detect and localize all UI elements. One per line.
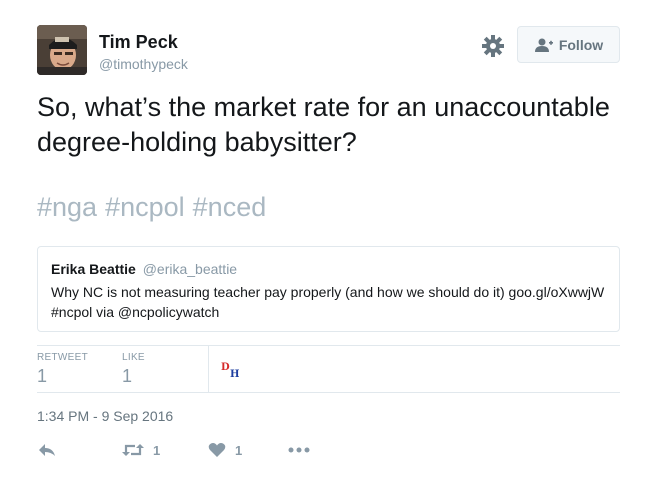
svg-text:D: D bbox=[221, 362, 230, 373]
hashtag-link[interactable]: #nced bbox=[193, 192, 267, 222]
like-button[interactable]: 1 bbox=[208, 440, 242, 460]
gear-icon[interactable] bbox=[481, 34, 505, 58]
divider bbox=[37, 345, 620, 346]
retweet-stat-label: RETWEET bbox=[37, 352, 88, 363]
quoted-tweet-header: Erika Beattie @erika_beattie bbox=[51, 261, 237, 277]
divider bbox=[37, 392, 620, 393]
more-icon bbox=[288, 447, 310, 453]
reply-icon bbox=[39, 444, 55, 456]
tweet-text: So, what’s the market rate for an unacco… bbox=[37, 92, 610, 157]
svg-text:H: H bbox=[230, 369, 239, 380]
quoted-author-name[interactable]: Erika Beattie bbox=[51, 261, 136, 277]
quoted-tweet-text: Why NC is not measuring teacher pay prop… bbox=[51, 284, 605, 320]
retweet-count: 1 bbox=[153, 442, 161, 458]
reply-button[interactable] bbox=[37, 440, 57, 460]
quoted-author-handle[interactable]: @erika_beattie bbox=[143, 261, 237, 277]
quoted-tweet[interactable]: Erika Beattie @erika_beattie Why NC is n… bbox=[37, 246, 620, 332]
tweet-card: Tim Peck @timothypeck Follow So, what’s … bbox=[0, 0, 658, 494]
author-name[interactable]: Tim Peck bbox=[99, 32, 178, 53]
author-handle[interactable]: @timothypeck bbox=[99, 56, 188, 72]
add-user-icon bbox=[534, 38, 553, 52]
heart-icon bbox=[208, 443, 226, 457]
tweet-timestamp[interactable]: 1:34 PM - 9 Sep 2016 bbox=[37, 408, 173, 424]
hashtag-list: #nga #ncpol #nced bbox=[37, 192, 274, 223]
liker-logo-image: D H bbox=[221, 362, 239, 380]
like-stat-label: LIKE bbox=[122, 352, 145, 363]
liker-avatar[interactable]: D H bbox=[220, 360, 244, 380]
avatar[interactable] bbox=[37, 25, 87, 75]
follow-button[interactable]: Follow bbox=[517, 26, 620, 63]
follow-label: Follow bbox=[558, 36, 604, 53]
retweet-button[interactable]: 1 bbox=[122, 440, 160, 460]
hashtag-link[interactable]: #nga bbox=[37, 192, 97, 222]
avatar-image bbox=[37, 25, 87, 75]
retweet-icon bbox=[122, 444, 144, 456]
like-stat-count[interactable]: 1 bbox=[122, 366, 132, 387]
like-count: 1 bbox=[235, 442, 243, 458]
hashtag-link[interactable]: #ncpol bbox=[105, 192, 185, 222]
more-button[interactable] bbox=[288, 440, 310, 460]
stats-separator bbox=[208, 345, 209, 392]
retweet-stat-count[interactable]: 1 bbox=[37, 366, 47, 387]
